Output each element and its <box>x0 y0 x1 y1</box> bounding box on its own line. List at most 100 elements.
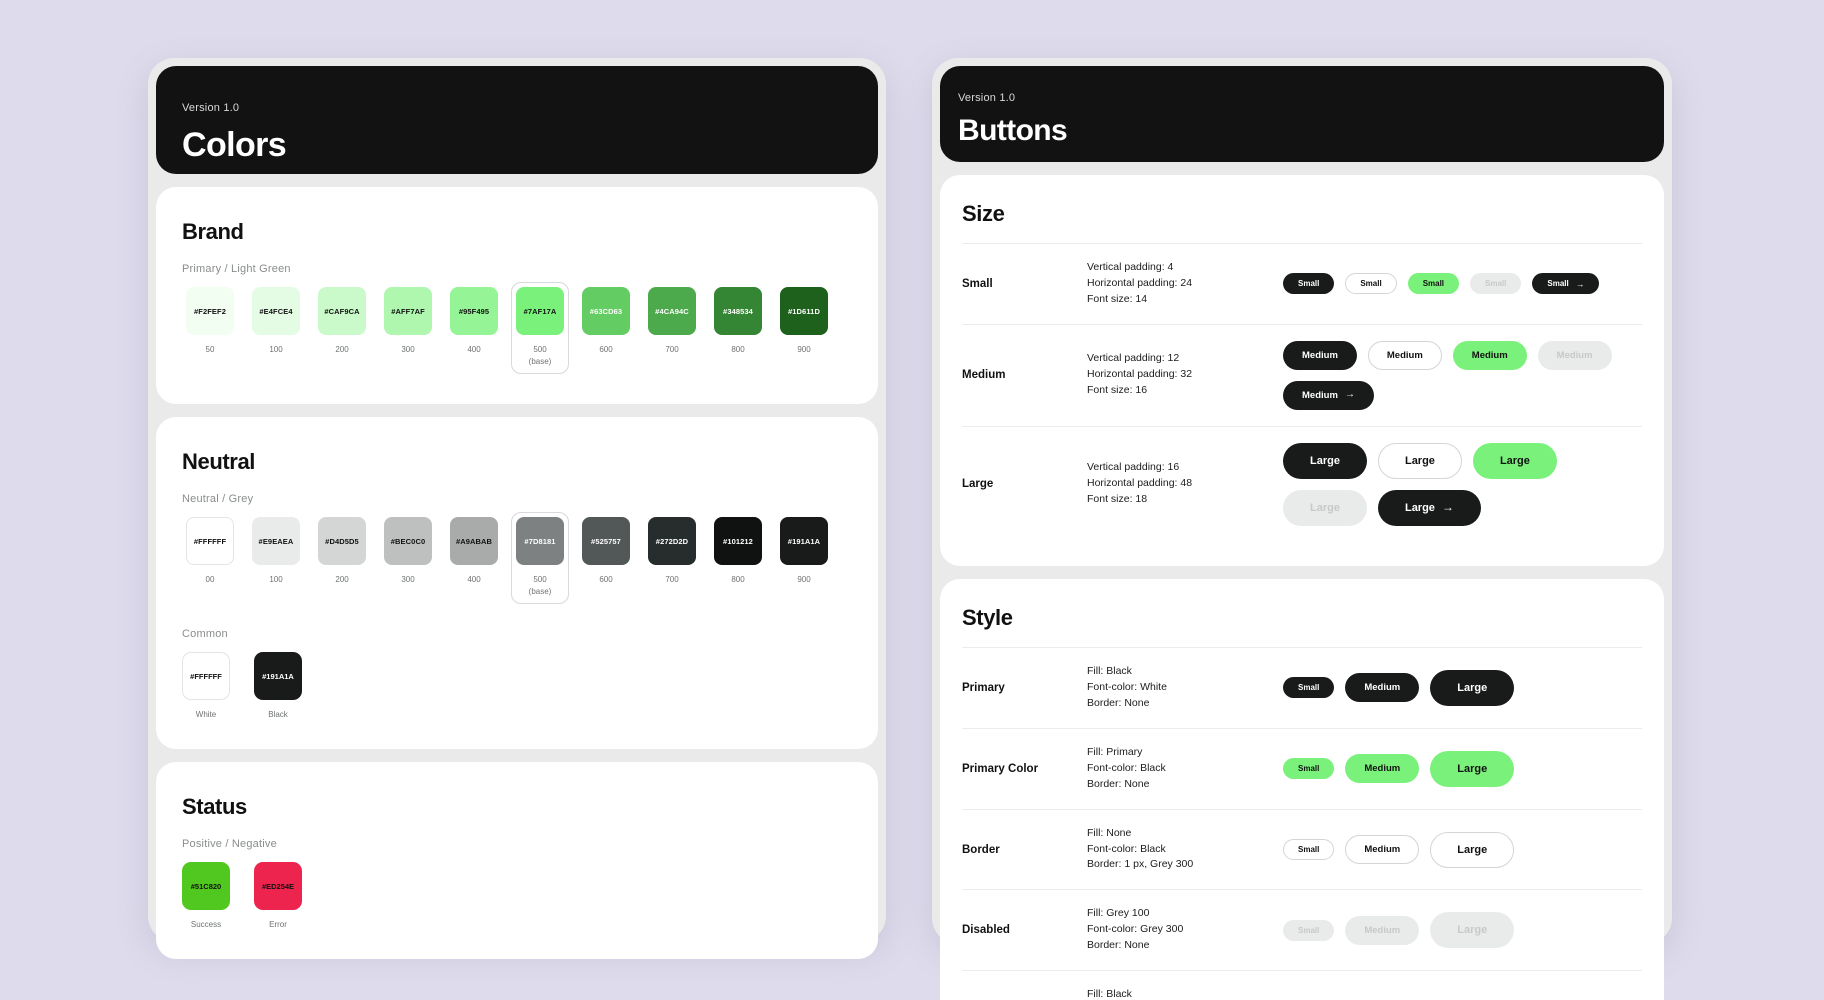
style-row-disabled: Disabled Fill: Grey 100 Font-color: Grey 3… <box>962 889 1642 970</box>
size-green-small-button[interactable]: Small <box>1407 273 1460 295</box>
neutral-swatch-900[interactable]: #191A1A 900 <box>776 517 832 604</box>
brand-swatch-700[interactable]: #4CA94C 700 <box>644 287 700 374</box>
colors-hero-header: Version 1.0 Colors <box>156 66 878 174</box>
neutral-chip-400: #A9ABAB <box>450 517 498 566</box>
size-green-medium-button[interactable]: Medium <box>1452 340 1527 370</box>
brand-chip-200: #CAF9CA <box>318 287 366 335</box>
button-size-card: Size Small Vertical padding: 4 Horizontal … <box>940 175 1664 566</box>
spec-line: Border: None <box>1087 696 1150 709</box>
status-label-error: Error <box>269 920 287 930</box>
size-disabled-small-button: Small <box>1470 273 1522 295</box>
neutral-swatch-600[interactable]: #525757 600 <box>578 517 634 604</box>
style-row-name: Primary <box>962 681 1005 694</box>
status-label-success: Success <box>190 920 222 930</box>
brand-swatch-500[interactable]: #7AF17A 500 (base) <box>511 282 569 375</box>
size-primary-medium-button[interactable]: Medium <box>1283 340 1357 370</box>
style-primary-large-button[interactable]: Large <box>1430 669 1515 706</box>
style-green-medium-button[interactable]: Medium <box>1345 754 1420 784</box>
style-outline-medium-button[interactable]: Medium <box>1345 835 1420 864</box>
neutral-tone-label-700: 700 <box>665 575 679 585</box>
button-label: Large <box>1457 924 1488 937</box>
buttons-hero-header: Version 1.0 Buttons <box>940 66 1664 162</box>
status-swatch-success[interactable]: #51C820 Success <box>182 862 230 929</box>
neutral-swatch-500[interactable]: #7D8181 500 (base) <box>511 512 569 605</box>
neutral-tone-label-300: 300 <box>401 575 415 585</box>
size-icon-small-button[interactable]: Small → <box>1532 273 1600 295</box>
style-green-small-button[interactable]: Small <box>1283 758 1335 780</box>
brand-swatch-300[interactable]: #AFF7AF 300 <box>380 287 436 374</box>
style-primary-medium-button[interactable]: Medium <box>1345 673 1420 703</box>
spec-line: Fill: Grey 100 <box>1087 907 1150 920</box>
size-primary-small-button[interactable]: Small <box>1283 273 1335 295</box>
button-label: Large <box>1404 454 1435 467</box>
size-row-demo: Medium Medium Medium Medium Medium → <box>1283 340 1642 410</box>
neutral-swatch-400[interactable]: #A9ABAB 400 <box>446 517 502 604</box>
button-label: Medium <box>1556 349 1593 361</box>
size-outline-small-button[interactable]: Small <box>1345 273 1397 295</box>
neutral-swatch-100[interactable]: #E9EAEA 100 <box>248 517 304 604</box>
neutral-swatch-800[interactable]: #101212 800 <box>710 517 766 604</box>
neutral-chip-300: #BEC0C0 <box>384 517 432 566</box>
style-outline-large-button[interactable]: Large <box>1430 831 1515 868</box>
neutral-swatch-00[interactable]: #FFFFFF 00 <box>182 517 238 604</box>
common-swatch-white[interactable]: #FFFFFF White <box>182 652 230 719</box>
neutral-chip-900: #191A1A <box>780 517 828 566</box>
style-outline-small-button[interactable]: Small <box>1283 839 1335 860</box>
size-outline-large-button[interactable]: Large <box>1377 442 1462 479</box>
neutral-swatch-700[interactable]: #272D2D 700 <box>644 517 700 604</box>
brand-swatch-50[interactable]: #F2FEF2 50 <box>182 287 238 374</box>
style-green-large-button[interactable]: Large <box>1430 750 1515 787</box>
style-row-demo: Small Medium Large <box>1283 669 1515 706</box>
brand-tone-label-700: 700 <box>665 345 679 354</box>
status-section-title: Status <box>182 794 247 820</box>
brand-tone-label-800: 800 <box>731 345 745 354</box>
brand-swatch-100[interactable]: #E4FCE4 100 <box>248 287 304 374</box>
status-swatch-error[interactable]: #ED254E Error <box>254 862 302 929</box>
buttons-page-title: Buttons <box>958 114 1068 147</box>
arrow-right-icon: → <box>1441 499 1454 514</box>
spec-line: Horizontal padding: 48 <box>1087 477 1193 490</box>
brand-swatch-800[interactable]: #348534 800 <box>710 287 766 374</box>
common-chip-black: #191A1A <box>254 652 302 701</box>
common-label-white: White <box>195 710 217 720</box>
spec-line: Font-color: White <box>1087 680 1167 693</box>
neutral-swatch-200[interactable]: #D4D5D5 200 <box>314 517 370 604</box>
size-green-large-button[interactable]: Large <box>1472 442 1557 479</box>
size-row-description: Vertical padding: 12 Horizontal padding: … <box>1087 351 1283 399</box>
brand-swatch-400[interactable]: #95F495 400 <box>446 287 502 374</box>
brand-swatch-900[interactable]: #1D611D 900 <box>776 287 832 374</box>
style-row-description: Fill: Primary Font-color: Black Border: No… <box>1087 745 1283 793</box>
design-system-page: Version 1.0 Colors Brand Primary / Light… <box>0 0 1824 1000</box>
spec-line: Fill: Primary <box>1087 745 1143 758</box>
size-outline-medium-button[interactable]: Medium <box>1367 340 1442 370</box>
brand-group-label: Primary / Light Green <box>182 263 291 275</box>
brand-tone-label-900: 900 <box>797 345 811 354</box>
button-label: Large <box>1457 681 1488 694</box>
button-label: Small <box>1298 683 1320 693</box>
style-row-primary-color: Primary Color Fill: Primary Font-color: Bl… <box>962 727 1642 809</box>
spec-line: Border: None <box>1087 939 1150 952</box>
common-swatch-row: #FFFFFF White #191A1A Black <box>182 652 852 719</box>
neutral-section-title: Neutral <box>182 449 255 475</box>
brand-swatch-600[interactable]: #63CD63 600 <box>578 287 634 374</box>
spec-line: Horizontal padding: 32 <box>1087 368 1193 381</box>
style-row-name: Border <box>962 843 1000 856</box>
button-label: Small <box>1298 279 1320 289</box>
size-icon-medium-button[interactable]: Medium → <box>1283 380 1375 410</box>
spec-line: Fill: None <box>1087 826 1132 839</box>
style-primary-small-button[interactable]: Small <box>1283 677 1335 699</box>
style-rows: Primary Fill: Black Font-color: White Borde… <box>962 646 1642 1000</box>
size-icon-large-button[interactable]: Large → <box>1377 489 1481 526</box>
neutral-swatch-300[interactable]: #BEC0C0 300 <box>380 517 436 604</box>
spec-line: Border: 1 px, Grey 300 <box>1087 858 1194 871</box>
common-swatch-black[interactable]: #191A1A Black <box>254 652 302 719</box>
size-primary-large-button[interactable]: Large <box>1283 442 1367 479</box>
neutral-chip-00: #FFFFFF <box>186 517 234 566</box>
button-label: Small <box>1485 279 1507 289</box>
button-label: Small <box>1298 845 1320 854</box>
neutral-tone-label-600: 600 <box>599 575 613 585</box>
brand-swatch-200[interactable]: #CAF9CA 200 <box>314 287 370 374</box>
spec-line: Font-color: Black <box>1087 761 1166 774</box>
common-label-black: Black <box>268 710 288 720</box>
button-label: Small <box>1547 279 1569 289</box>
